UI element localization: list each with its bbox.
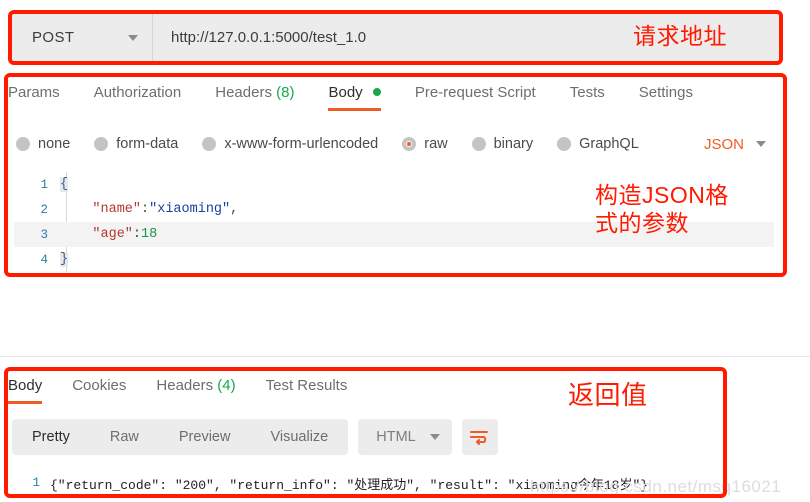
radio-icon xyxy=(202,137,217,151)
annotation-label-response: 返回值 xyxy=(568,380,648,410)
http-method-label: POST xyxy=(32,29,75,46)
view-pretty-label: Pretty xyxy=(32,429,70,445)
body-type-none[interactable]: none xyxy=(16,136,70,152)
http-method-dropdown[interactable]: POST xyxy=(12,14,153,61)
json-key: "age" xyxy=(92,227,133,242)
view-pretty-button[interactable]: Pretty xyxy=(12,419,90,455)
body-type-form-data-label: form-data xyxy=(116,136,179,152)
body-type-none-label: none xyxy=(38,136,71,152)
resp-tab-body-label: Body xyxy=(8,377,43,394)
radio-icon xyxy=(471,137,486,151)
response-format-label: HTML xyxy=(376,429,416,445)
tab-settings[interactable]: Settings xyxy=(639,80,693,111)
line-number: 1 xyxy=(32,476,40,490)
tab-authorization-label: Authorization xyxy=(93,84,182,101)
body-modified-dot-icon xyxy=(372,88,381,96)
tab-body-label: Body xyxy=(328,84,363,101)
body-type-binary-label: binary xyxy=(493,136,534,152)
json-number-value: 18 xyxy=(141,227,158,242)
tab-tests[interactable]: Tests xyxy=(570,80,605,111)
body-type-raw-label: raw xyxy=(424,136,448,152)
resp-tab-headers[interactable]: Headers (4) xyxy=(156,373,235,404)
word-wrap-button[interactable] xyxy=(461,419,498,455)
body-type-urlencoded-label: x-www-form-urlencoded xyxy=(224,136,379,152)
annotation-label-url: 请求地址 xyxy=(633,23,727,49)
json-colon: : xyxy=(132,227,142,242)
chevron-down-icon xyxy=(429,434,440,440)
json-colon: : xyxy=(141,202,150,217)
body-type-radio-group: none form-data x-www-form-urlencoded raw… xyxy=(16,129,778,159)
resp-tab-test-results-label: Test Results xyxy=(265,377,348,394)
panel-divider xyxy=(0,356,810,357)
tab-headers[interactable]: Headers (8) xyxy=(215,80,294,111)
view-raw-label: Raw xyxy=(109,429,139,445)
resp-tab-headers-label: Headers xyxy=(156,377,214,394)
json-comma: , xyxy=(230,202,239,217)
line-number: 1 xyxy=(40,177,48,192)
body-type-graphql[interactable]: GraphQL xyxy=(557,136,639,152)
body-type-form-data[interactable]: form-data xyxy=(94,136,178,152)
radio-selected-icon xyxy=(402,137,417,151)
word-wrap-icon xyxy=(469,431,488,445)
radio-icon xyxy=(94,137,109,151)
body-format-dropdown[interactable]: JSON xyxy=(704,136,778,153)
json-open-brace: { xyxy=(60,177,69,192)
tab-body[interactable]: Body xyxy=(328,80,382,111)
editor-line: 4 } xyxy=(14,247,774,272)
line-number: 3 xyxy=(40,227,48,242)
view-raw-button[interactable]: Raw xyxy=(90,419,159,455)
resp-tab-body[interactable]: Body xyxy=(8,373,43,404)
line-number: 2 xyxy=(40,202,48,217)
body-type-binary[interactable]: binary xyxy=(471,136,534,152)
radio-icon xyxy=(557,137,572,151)
tab-params[interactable]: Params xyxy=(8,80,60,111)
chevron-down-icon xyxy=(128,34,138,41)
view-preview-label: Preview xyxy=(178,429,231,445)
tab-params-label: Params xyxy=(8,84,60,101)
json-key: "name" xyxy=(92,202,142,217)
body-format-label: JSON xyxy=(703,135,744,153)
tab-authorization[interactable]: Authorization xyxy=(94,80,182,111)
response-view-toolbar: Pretty Raw Preview Visualize HTML xyxy=(12,419,498,455)
watermark: https://blog.csdn.net/msq16021 xyxy=(530,477,782,496)
tab-headers-label: Headers xyxy=(215,84,272,101)
resp-tab-test-results[interactable]: Test Results xyxy=(266,373,348,404)
resp-tab-cookies-label: Cookies xyxy=(72,377,127,394)
body-type-graphql-label: GraphQL xyxy=(579,136,639,152)
response-view-segmented-control: Pretty Raw Preview Visualize xyxy=(12,419,349,455)
line-number: 4 xyxy=(40,252,48,267)
tab-pre-request-script-label: Pre-request Script xyxy=(414,84,536,101)
annotation-label-json-body: 构造JSON格 式的参数 xyxy=(595,182,729,236)
chevron-down-icon xyxy=(756,141,766,147)
json-string-value: "xiaoming" xyxy=(149,202,231,217)
tab-tests-label: Tests xyxy=(569,84,605,101)
view-visualize-label: Visualize xyxy=(270,429,329,445)
resp-tab-headers-count: (4) xyxy=(217,377,236,394)
body-type-urlencoded[interactable]: x-www-form-urlencoded xyxy=(202,136,378,152)
view-preview-button[interactable]: Preview xyxy=(159,419,251,455)
response-format-dropdown[interactable]: HTML xyxy=(358,419,452,455)
body-type-raw[interactable]: raw xyxy=(402,136,448,152)
radio-icon xyxy=(16,137,30,151)
postman-window: POST http://127.0.0.1:5000/test_1.0 Para… xyxy=(0,0,810,502)
resp-tab-cookies[interactable]: Cookies xyxy=(72,373,126,404)
tab-headers-count: (8) xyxy=(276,84,295,101)
view-visualize-button[interactable]: Visualize xyxy=(250,419,348,455)
tab-pre-request-script[interactable]: Pre-request Script xyxy=(415,80,536,111)
tab-settings-label: Settings xyxy=(638,84,693,101)
json-close-brace: } xyxy=(60,252,69,267)
request-tab-bar: Params Authorization Headers (8) Body Pr… xyxy=(8,80,778,119)
